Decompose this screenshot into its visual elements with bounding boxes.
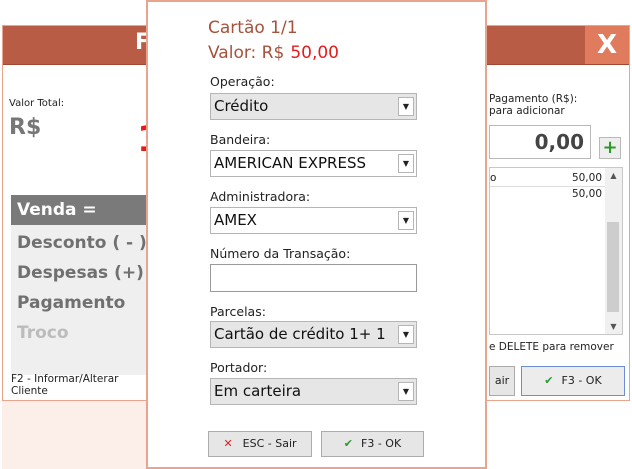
plus-icon: + bbox=[602, 137, 618, 158]
venda-summary: Desconto ( - ) Despesas (+) Pagamento Tr… bbox=[11, 225, 148, 375]
parcelas-select[interactable]: Cartão de crédito 1+ 1 ▼ bbox=[210, 321, 417, 348]
confirm-button[interactable]: ✔ F3 - OK bbox=[321, 431, 424, 457]
x-icon: ✕ bbox=[223, 437, 233, 450]
payments-list[interactable]: o 50,00 50,00 ▲ ▼ bbox=[489, 167, 623, 335]
payments-panel: Pagamento (R$): para adicionar 0,00 + o … bbox=[489, 65, 631, 401]
portador-label: Portador: bbox=[210, 360, 268, 375]
pagamento-label: Pagamento bbox=[17, 293, 126, 313]
scroll-up-icon[interactable]: ▲ bbox=[605, 168, 622, 183]
administradora-label: Administradora: bbox=[210, 189, 311, 204]
dialog-value: Valor: R$ 50,00 bbox=[208, 43, 339, 63]
delete-hint: e DELETE para remover bbox=[489, 341, 614, 353]
numero-transacao-input[interactable] bbox=[210, 264, 417, 292]
numero-transacao-label: Número da Transação: bbox=[210, 246, 351, 261]
value-label: Valor: R$ bbox=[208, 43, 285, 63]
list-item[interactable]: o 50,00 bbox=[490, 172, 606, 187]
dialog-title: Cartão 1/1 bbox=[208, 18, 298, 38]
payment-value: 50,00 bbox=[571, 188, 602, 200]
list-item[interactable]: 50,00 bbox=[490, 188, 606, 202]
confirm-button-label: F3 - OK bbox=[361, 437, 402, 450]
payment-label-line1: Pagamento (R$): bbox=[489, 93, 578, 105]
value-amount: 50,00 bbox=[290, 43, 339, 63]
add-payment-button[interactable]: + bbox=[599, 137, 621, 159]
ok-button[interactable]: ✔ F3 - OK bbox=[521, 366, 625, 396]
payment-value: 50,00 bbox=[571, 172, 602, 184]
valor-total-label: Valor Total: bbox=[9, 98, 65, 109]
cancel-button-label: ESC - Sair bbox=[242, 437, 297, 450]
scroll-down-icon[interactable]: ▼ bbox=[605, 319, 622, 334]
chevron-down-icon[interactable]: ▼ bbox=[398, 154, 414, 173]
payment-name: o bbox=[490, 172, 497, 184]
portador-select[interactable]: Em carteira ▼ bbox=[210, 378, 417, 405]
operacao-value: Crédito bbox=[214, 97, 269, 115]
payment-label: Pagamento (R$): para adicionar bbox=[489, 93, 577, 117]
payment-amount-input[interactable]: 0,00 bbox=[489, 125, 591, 159]
close-icon: X bbox=[596, 30, 618, 60]
totals-panel: Valor Total: R$ 1 Venda = Desconto ( - )… bbox=[3, 65, 162, 401]
bandeira-select[interactable]: AMERICAN EXPRESS ▼ bbox=[210, 150, 417, 177]
card-payment-dialog: Cartão 1/1 Valor: R$ 50,00 Operação: Créd… bbox=[146, 0, 487, 469]
bandeira-value: AMERICAN EXPRESS bbox=[214, 154, 366, 172]
parcelas-value: Cartão de crédito 1+ 1 bbox=[214, 325, 386, 343]
desconto-label: Desconto ( - ) bbox=[17, 233, 147, 253]
parcelas-label: Parcelas: bbox=[210, 304, 266, 319]
chevron-down-icon[interactable]: ▼ bbox=[398, 211, 414, 230]
chevron-down-icon[interactable]: ▼ bbox=[398, 382, 414, 401]
sair-button[interactable]: air bbox=[489, 366, 515, 396]
check-icon: ✔ bbox=[343, 437, 354, 450]
check-icon: ✔ bbox=[544, 374, 554, 387]
chevron-down-icon[interactable]: ▼ bbox=[398, 325, 414, 344]
bandeira-label: Bandeira: bbox=[210, 132, 271, 147]
portador-value: Em carteira bbox=[214, 382, 302, 400]
chevron-down-icon[interactable]: ▼ bbox=[398, 97, 414, 116]
vertical-scrollbar[interactable]: ▲ ▼ bbox=[605, 168, 622, 334]
payment-label-line2: para adicionar bbox=[489, 105, 565, 117]
operacao-label: Operação: bbox=[210, 74, 275, 89]
troco-label: Troco bbox=[17, 323, 69, 343]
operacao-select[interactable]: Crédito ▼ bbox=[210, 93, 417, 120]
close-button[interactable]: X bbox=[585, 26, 629, 64]
scrollbar-thumb[interactable] bbox=[607, 222, 619, 312]
administradora-value: AMEX bbox=[214, 211, 257, 229]
cancel-button[interactable]: ✕ ESC - Sair bbox=[208, 431, 312, 457]
despesas-label: Despesas (+) bbox=[17, 263, 144, 283]
currency-symbol: R$ bbox=[9, 115, 42, 140]
venda-header: Venda = bbox=[11, 195, 148, 225]
ok-button-label: F3 - OK bbox=[561, 374, 602, 387]
f2-hint: F2 - Informar/Alterar Cliente bbox=[11, 373, 119, 397]
administradora-select[interactable]: AMEX ▼ bbox=[210, 207, 417, 234]
